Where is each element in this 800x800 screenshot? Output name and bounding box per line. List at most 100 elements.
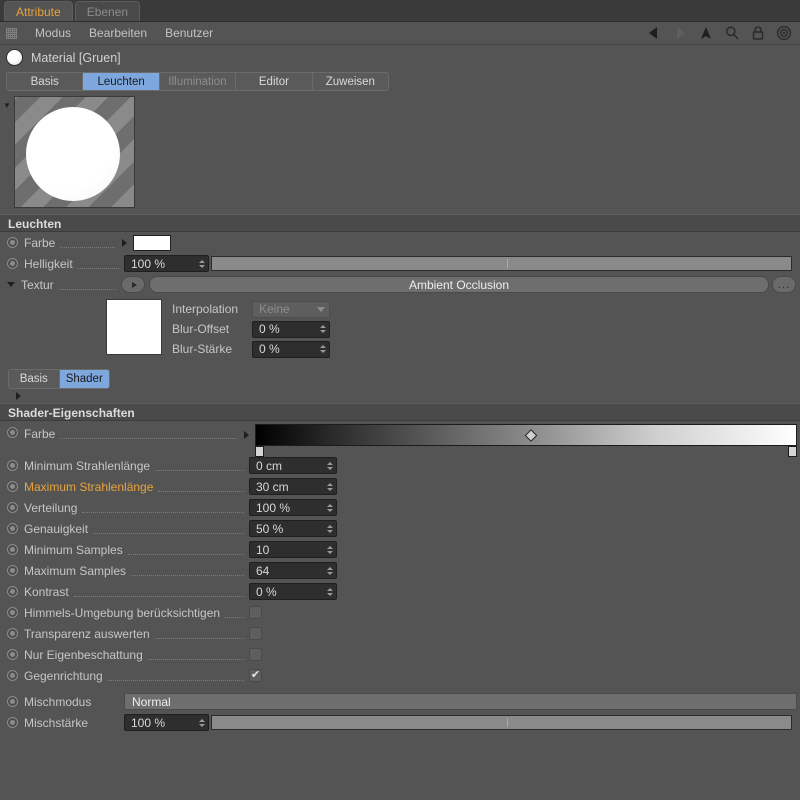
- menu-item-benutzer[interactable]: Benutzer: [156, 26, 222, 40]
- param-input[interactable]: 100 %: [249, 499, 337, 516]
- window-tab-ebenen[interactable]: Ebenen: [74, 1, 141, 21]
- leader-dots: [93, 524, 244, 534]
- helligkeit-slider[interactable]: [211, 256, 792, 271]
- preview-collapse-toggle[interactable]: ▼: [0, 96, 14, 110]
- param-label: Minimum Samples: [24, 542, 123, 557]
- check-radio-icon[interactable]: [7, 670, 18, 681]
- param-radio-icon[interactable]: [7, 523, 18, 534]
- mischmodus-select[interactable]: Normal: [124, 693, 797, 710]
- attribute-manager-window: Attribute Ebenen Modus Bearbeiten Benutz…: [0, 0, 800, 800]
- forward-arrow-icon[interactable]: [672, 25, 688, 41]
- leader-dots: [107, 671, 244, 681]
- row-textur: Textur Ambient Occlusion ...: [0, 274, 800, 295]
- mischstaerke-stepper[interactable]: [197, 716, 206, 729]
- param-radio-icon[interactable]: [7, 544, 18, 555]
- helligkeit-label: Helligkeit: [24, 256, 73, 271]
- texture-thumbnail[interactable]: [106, 299, 162, 355]
- helligkeit-value: 100 %: [131, 256, 166, 271]
- param-stepper[interactable]: [325, 522, 334, 535]
- menu-item-modus[interactable]: Modus: [26, 26, 80, 40]
- helligkeit-input[interactable]: 100 %: [124, 255, 209, 272]
- param-input[interactable]: 64: [249, 562, 337, 579]
- leader-dots: [154, 629, 244, 639]
- gradient-radio-icon[interactable]: [7, 427, 18, 438]
- shader-group-toggle[interactable]: [0, 389, 800, 403]
- blur-strength-input[interactable]: 0 %: [252, 340, 330, 358]
- param-input[interactable]: 50 %: [249, 520, 337, 537]
- shader-tab-basis[interactable]: Basis: [9, 370, 60, 388]
- row-param: Minimum Strahlenlänge 0 cm: [0, 455, 800, 476]
- blur-offset-input[interactable]: 0 %: [252, 320, 330, 338]
- gradient-knot-start[interactable]: [255, 446, 264, 457]
- window-tab-attribute[interactable]: Attribute: [4, 1, 73, 21]
- color-swatch[interactable]: [133, 234, 171, 251]
- checkbox[interactable]: [249, 669, 262, 682]
- param-input[interactable]: 30 cm: [249, 478, 337, 495]
- textur-browse-button[interactable]: ...: [772, 276, 796, 293]
- up-arrow-icon[interactable]: [698, 25, 714, 41]
- helligkeit-stepper[interactable]: [197, 257, 206, 270]
- menu-item-bearbeiten[interactable]: Bearbeiten: [80, 26, 156, 40]
- tab-basis[interactable]: Basis: [7, 73, 84, 90]
- slider-tick: [507, 259, 509, 268]
- lock-icon[interactable]: [750, 25, 766, 41]
- back-arrow-icon[interactable]: [646, 25, 662, 41]
- blur-offset-stepper[interactable]: [318, 323, 327, 336]
- param-input[interactable]: 0 %: [249, 583, 337, 600]
- row-checkbox: Transparenz auswerten: [0, 623, 800, 644]
- search-icon[interactable]: [724, 25, 740, 41]
- param-input[interactable]: 10: [249, 541, 337, 558]
- check-radio-icon[interactable]: [7, 607, 18, 618]
- param-stepper[interactable]: [325, 501, 334, 514]
- tab-zuweisen[interactable]: Zuweisen: [312, 73, 388, 90]
- gradient-editor[interactable]: [255, 424, 797, 457]
- check-radio-icon[interactable]: [7, 649, 18, 660]
- param-stepper[interactable]: [325, 564, 334, 577]
- textur-collapse-icon[interactable]: [7, 282, 15, 287]
- checkbox[interactable]: [249, 648, 262, 661]
- checkbox[interactable]: [249, 606, 262, 619]
- row-param: Genauigkeit 50 %: [0, 518, 800, 539]
- param-stepper[interactable]: [325, 480, 334, 493]
- grip-handle-icon[interactable]: [6, 27, 17, 39]
- gradient-expand-icon[interactable]: [244, 431, 249, 439]
- gradient-bar[interactable]: [255, 424, 797, 446]
- param-stepper[interactable]: [325, 459, 334, 472]
- gradient-knot-end[interactable]: [788, 446, 797, 457]
- tab-editor[interactable]: Editor: [236, 73, 313, 90]
- mischstaerke-radio-icon[interactable]: [7, 717, 18, 728]
- shader-tab-shader[interactable]: Shader: [59, 370, 109, 388]
- target-icon[interactable]: [776, 25, 792, 41]
- param-input[interactable]: 0 cm: [249, 457, 337, 474]
- blur-strength-stepper[interactable]: [318, 343, 327, 356]
- param-radio-icon[interactable]: [7, 565, 18, 576]
- checkbox[interactable]: [249, 627, 262, 640]
- param-label: Maximum Samples: [24, 563, 127, 578]
- textur-field[interactable]: Ambient Occlusion: [149, 276, 769, 293]
- param-stepper[interactable]: [325, 585, 334, 598]
- material-preview[interactable]: [14, 96, 135, 208]
- leader-dots: [73, 587, 244, 597]
- mischstaerke-slider[interactable]: [211, 715, 792, 730]
- gradient-interpolation-marker[interactable]: [525, 429, 538, 442]
- param-stepper[interactable]: [325, 543, 334, 556]
- param-value: 30 cm: [256, 479, 289, 494]
- leader-dots: [131, 566, 244, 576]
- check-radio-icon[interactable]: [7, 628, 18, 639]
- leader-dots: [127, 545, 244, 555]
- section-header-leuchten: Leuchten: [0, 214, 800, 232]
- mischmodus-radio-icon[interactable]: [7, 696, 18, 707]
- param-radio-icon[interactable]: [7, 460, 18, 471]
- param-radio-icon[interactable]: [7, 586, 18, 597]
- farbe-radio-icon[interactable]: [7, 237, 18, 248]
- checkbox-label: Nur Eigenbeschattung: [24, 647, 143, 662]
- interpolation-select[interactable]: Keine: [252, 300, 330, 318]
- tab-leuchten[interactable]: Leuchten: [83, 73, 160, 90]
- helligkeit-radio-icon[interactable]: [7, 258, 18, 269]
- param-radio-icon[interactable]: [7, 502, 18, 513]
- param-radio-icon[interactable]: [7, 481, 18, 492]
- tab-illumination[interactable]: Illumination: [159, 73, 237, 90]
- mischstaerke-input[interactable]: 100 %: [124, 714, 209, 731]
- textur-arrow-button[interactable]: [121, 276, 145, 293]
- farbe-expand-icon[interactable]: [122, 238, 127, 247]
